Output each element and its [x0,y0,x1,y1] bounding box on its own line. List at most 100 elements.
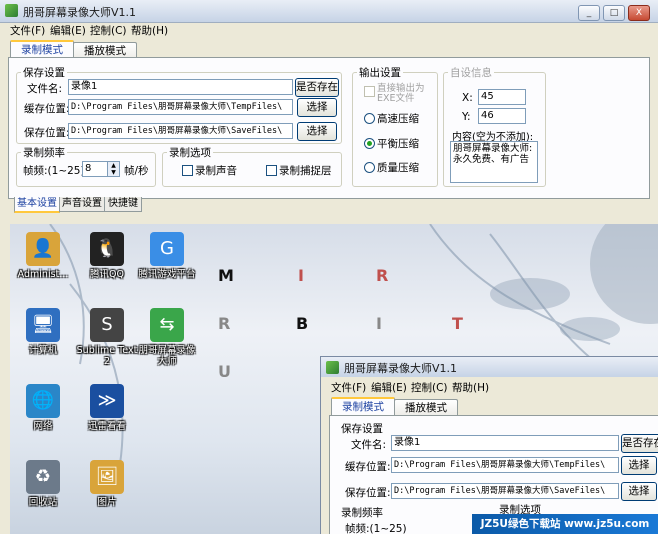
desktop-icon-xunlei[interactable]: ≫ 迅雷看看 [76,384,138,432]
record-sound-checkbox[interactable] [182,165,193,176]
save-location-input[interactable]: D:\Program Files\朋哥屏幕录像大师\SaveFiles\ [68,123,293,139]
title-bar[interactable]: 朋哥屏幕录像大师V1.1 _ □ X [0,0,658,23]
exe-output-checkbox[interactable] [364,86,375,97]
desktop-icon-label: 计算机 [28,345,58,356]
x-input[interactable]: 45 [478,89,526,105]
nested-save-settings-legend: 保存设置 [341,423,383,435]
nested-frame-rate-legend: 录制频率 [341,507,383,519]
desktop-icon-label: 图片 [97,497,117,508]
minimize-button[interactable]: _ [578,5,600,21]
desktop-icon-sublime-text[interactable]: S Sublime Text 2 [76,308,138,367]
desktop-icon-label: 朋哥屏幕录像大师 [138,345,196,367]
menu-control[interactable]: 控制(C) [90,23,127,38]
y-label: Y: [462,111,471,123]
content-textarea[interactable]: 朋哥屏幕录像大师:永久免费、有广告 [450,141,538,183]
folder-user-icon: 👤 [26,232,60,266]
filename-input[interactable]: 录像1 [68,79,293,95]
desktop-icon-folder-user[interactable]: 👤 Administ... [12,232,74,280]
nested-title-bar: 朋哥屏幕录像大师V1.1 [321,357,658,377]
computer-icon: 🖥 [26,308,60,342]
desktop-icon-label: 网络 [33,421,53,432]
nested-menu-edit: 编辑(E) [371,382,407,394]
desktop-icon-qq-penguin[interactable]: 🐧 腾讯QQ [76,232,138,280]
nested-cache-input: D:\Program Files\朋哥屏幕录像大师\TempFiles\ [391,457,619,473]
maximize-button[interactable]: □ [603,5,625,21]
nested-window: 朋哥屏幕录像大师V1.1 文件(F) 编辑(E) 控制(C) 帮助(H) 录制模… [320,356,658,534]
desktop-letter-r1: R [376,266,389,285]
desktop-icon-recycle-bin[interactable]: ♻ 回收站 [12,460,74,508]
close-button[interactable]: X [628,5,650,21]
desktop-icon-label: 迅雷看看 [87,421,126,432]
desktop-icon-label: 回收站 [28,497,58,508]
cache-location-input[interactable]: D:\Program Files\朋哥屏幕录像大师\TempFiles\ [68,99,293,115]
check-exists-button[interactable]: 是否存在 [295,78,339,97]
desktop-icon-label: Sublime Text 2 [76,345,138,367]
frame-rate-stepper[interactable]: ▲ ▼ [107,161,120,177]
cache-location-label: 缓存位置: [24,103,70,115]
nested-frame-rate-label: 帧频:(1~25) [345,523,407,534]
recycle-bin-icon: ♻ [26,460,60,494]
frame-rate-input[interactable]: 8 [82,161,108,177]
desktop-letter-b: B [296,314,309,333]
recorder-app-icon: ⇆ [150,308,184,342]
network-globe-icon: 🌐 [26,384,60,418]
menu-file[interactable]: 文件(F) [10,23,45,38]
save-location-label: 保存位置: [24,127,70,139]
desktop-icon-recorder-app[interactable]: ⇆ 朋哥屏幕录像大师 [136,308,198,367]
nested-cache-label: 缓存位置: [345,461,391,473]
tab-basic-settings[interactable]: 基本设置 [14,197,60,213]
output-settings-legend: 输出设置 [359,67,401,79]
desktop-letter-t: T [452,314,463,333]
frame-rate-label: 帧频:(1~25) [23,165,85,177]
desktop-icon-label: 腾讯游戏平台 [138,269,196,280]
desktop-icon-computer[interactable]: 🖥 计算机 [12,308,74,356]
nested-filename-input: 录像1 [391,435,619,451]
y-input[interactable]: 46 [478,108,526,124]
fast-compress-label: 高速压缩 [377,113,419,125]
desktop-icon-tencent-games[interactable]: G 腾讯游戏平台 [136,232,198,280]
fast-compress-radio[interactable] [364,113,375,124]
nested-filename-label: 文件名: [351,439,387,451]
quality-compress-label: 质量压缩 [377,162,419,174]
record-layered-checkbox[interactable] [266,165,277,176]
menu-edit[interactable]: 编辑(E) [50,23,86,38]
balanced-compress-radio[interactable] [364,138,375,149]
tab-sound-settings[interactable]: 声音设置 [59,197,105,212]
desktop-icon-pictures-folder[interactable]: 🖼 图片 [76,460,138,508]
app-icon [5,4,18,17]
desktop-icon-network-globe[interactable]: 🌐 网络 [12,384,74,432]
site-watermark: JZ5U绿色下载站 www.jz5u.com [472,514,658,534]
nested-app-icon [326,361,339,374]
main-window: 朋哥屏幕录像大师V1.1 _ □ X 文件(F) 编辑(E) 控制(C) 帮助(… [0,0,658,222]
desktop-preview: 👤 Administ... 🐧 腾讯QQ G 腾讯游戏平台 🖥 计算机 S Sublime Tex… [10,224,658,534]
desktop-icon-label: 腾讯QQ [90,269,124,280]
save-choose-button[interactable]: 选择 [297,122,337,141]
save-settings-legend: 保存设置 [23,67,65,79]
nested-save-label: 保存位置: [345,487,391,499]
qq-penguin-icon: 🐧 [90,232,124,266]
menu-help[interactable]: 帮助(H) [131,23,168,38]
record-options-legend: 录制选项 [169,147,211,159]
record-layered-label: 录制捕捉层 [279,165,332,177]
tab-hotkeys[interactable]: 快捷键 [104,197,142,212]
tencent-games-icon: G [150,232,184,266]
quality-compress-radio[interactable] [364,162,375,173]
nested-window-title: 朋哥屏幕录像大师V1.1 [344,362,458,375]
window-title: 朋哥屏幕录像大师V1.1 [23,6,137,19]
desktop-icon-label: Administ... [17,269,69,280]
frame-rate-unit: 帧/秒 [124,165,149,177]
balanced-compress-label: 平衡压缩 [377,138,419,150]
nested-cache-choose-button: 选择 [621,456,657,475]
menu-bar: 文件(F) 编辑(E) 控制(C) 帮助(H) [0,22,658,38]
pictures-folder-icon: 🖼 [90,460,124,494]
custom-info-legend: 自设信息 [450,67,492,79]
desktop-letter-u: U [218,362,231,381]
exe-output-label: 直接输出为EXE文件 [377,83,425,104]
nested-menu-help: 帮助(H) [452,382,490,394]
sublime-text-icon: S [90,308,124,342]
x-label: X: [462,92,473,104]
nested-menu-file: 文件(F) [331,382,367,394]
cache-choose-button[interactable]: 选择 [297,98,337,117]
record-sound-label: 录制声音 [195,165,237,177]
nested-save-input: D:\Program Files\朋哥屏幕录像大师\SaveFiles\ [391,483,619,499]
